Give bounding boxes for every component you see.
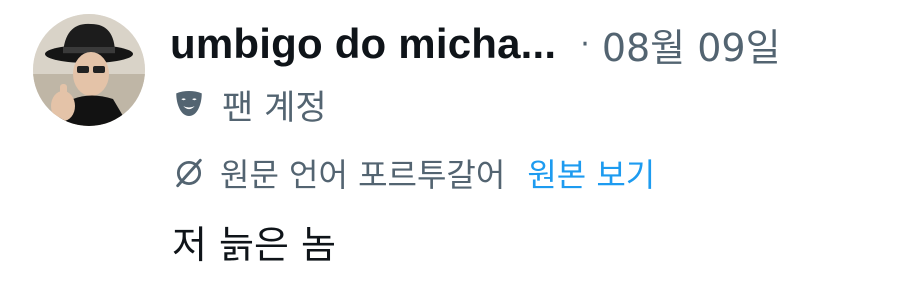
fan-account-badge: 팬 계정: [172, 80, 327, 128]
translate-off-icon: [176, 158, 202, 188]
translation-notice: 원문 언어 포르투갈어 원본 보기: [172, 148, 655, 198]
display-name[interactable]: umbigo do micha...: [170, 20, 556, 68]
source-language-label: 원문 언어 포르투갈어: [220, 156, 506, 194]
badge-label: 팬 계정: [222, 87, 327, 128]
separator-dot: ·: [580, 26, 590, 62]
avatar-image: [33, 14, 145, 126]
tweet-date[interactable]: 08월 09일: [602, 17, 781, 72]
avatar[interactable]: [33, 14, 145, 126]
show-original-link[interactable]: 원본 보기: [527, 150, 655, 196]
theater-mask-icon: [176, 90, 202, 117]
tweet-text: 저 늙은 놈: [172, 223, 336, 267]
tweet-meta: · 08월 09일: [580, 17, 780, 72]
tweet-header: umbigo do micha... · 08월 09일: [170, 14, 781, 74]
